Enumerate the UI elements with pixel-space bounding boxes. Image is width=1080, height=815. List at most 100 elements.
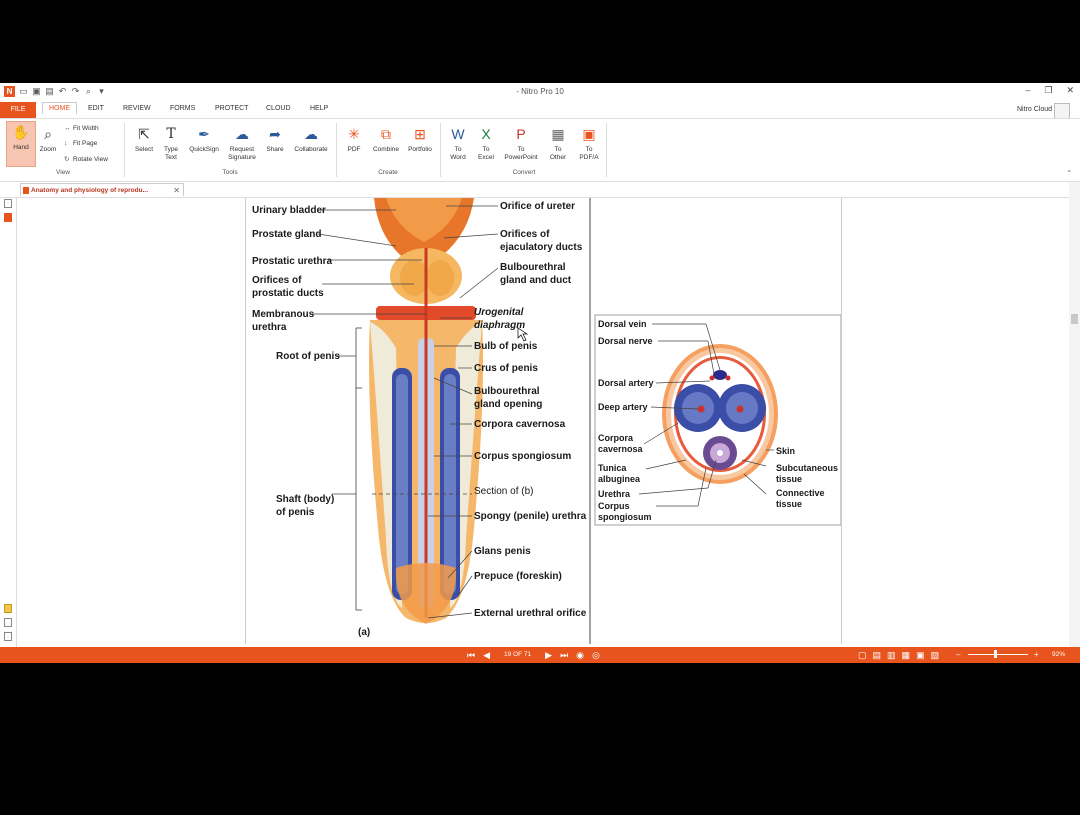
- combine-button[interactable]: ⧉ Combine: [370, 124, 402, 154]
- document-tab[interactable]: Anatomy and physiology of reprodu... ✕: [20, 183, 184, 196]
- fit-width-button[interactable]: ↔ Fit Width: [64, 125, 99, 132]
- share-button[interactable]: ➦ Share: [261, 124, 289, 154]
- collaborate-button[interactable]: ☁ Collaborate: [290, 124, 332, 154]
- output-panel-icon[interactable]: [4, 632, 12, 641]
- label-membranous: Membranous: [252, 309, 315, 320]
- first-page-icon[interactable]: ⏮: [467, 650, 475, 660]
- pdf-label: PDF: [347, 146, 361, 153]
- zoom-slider[interactable]: [968, 654, 1028, 655]
- restore-icon[interactable]: ❐: [1044, 85, 1052, 96]
- to-powerpoint-label-1: To: [517, 146, 525, 153]
- label-gland-and-duct: gland and duct: [500, 275, 572, 286]
- comments-panel-icon[interactable]: [4, 604, 12, 613]
- to-pdfa-label-1: To: [585, 146, 593, 153]
- bookmarks-panel-icon[interactable]: [4, 213, 12, 222]
- fit-page-button[interactable]: ↕ Fit Page: [64, 140, 97, 147]
- attachments-panel-icon[interactable]: [4, 618, 12, 627]
- rotate-view-button[interactable]: ↻ Rotate View: [64, 155, 108, 163]
- fullscreen-icon[interactable]: ▣: [916, 650, 925, 660]
- label-tissue-1: tissue: [776, 474, 802, 484]
- share-icon: ➦: [269, 126, 281, 142]
- combine-icon: ⧉: [381, 126, 391, 142]
- scrollbar-thumb[interactable]: [1071, 314, 1078, 324]
- quicksign-button[interactable]: ✒ QuickSign: [186, 124, 222, 154]
- word-icon: W: [451, 126, 465, 142]
- page-indicator[interactable]: 19 OF 71: [504, 650, 531, 660]
- to-powerpoint-label-2: PowerPoint: [504, 154, 538, 161]
- label-dorsal-nerve: Dorsal nerve: [598, 336, 653, 346]
- label-external-urethral-orifice: External urethral orifice: [474, 608, 587, 619]
- label-shaft-body: Shaft (body): [276, 494, 334, 505]
- last-page-icon[interactable]: ⏭: [560, 650, 568, 660]
- rotate-icon: ↻: [64, 156, 70, 163]
- select-cursor-icon: ⇱: [138, 126, 150, 142]
- back-view-icon[interactable]: ◉: [576, 650, 584, 660]
- powerpoint-icon: P: [516, 126, 526, 142]
- label-of-penis: of penis: [276, 507, 315, 518]
- to-word-button[interactable]: W To Word: [444, 124, 472, 162]
- tab-help[interactable]: HELP: [310, 105, 328, 112]
- excel-icon: X: [481, 126, 491, 142]
- close-icon[interactable]: ✕: [1066, 85, 1074, 96]
- label-connective: Connective: [776, 488, 825, 498]
- tab-home[interactable]: HOME: [42, 102, 77, 114]
- zoom-out-icon[interactable]: –: [956, 650, 960, 659]
- single-page-icon[interactable]: ▢: [858, 650, 867, 660]
- label-prostatic-urethra: Prostatic urethra: [252, 256, 332, 267]
- zoom-in-icon[interactable]: +: [1034, 650, 1039, 659]
- to-powerpoint-button[interactable]: P To PowerPoint: [500, 124, 542, 162]
- tab-forms[interactable]: FORMS: [170, 105, 195, 112]
- label-corpora: Corpora: [598, 433, 634, 443]
- type-text-button[interactable]: T Type Text: [157, 124, 185, 162]
- next-page-icon[interactable]: ▶: [545, 650, 552, 660]
- label-diaphragm: diaphragm: [474, 320, 525, 331]
- minimize-icon[interactable]: –: [1025, 85, 1030, 96]
- zoom-slider-knob[interactable]: [994, 650, 997, 658]
- figure-caption-a: (a): [358, 627, 370, 638]
- vertical-scrollbar[interactable]: [1069, 182, 1080, 647]
- facing-continuous-icon[interactable]: ▦: [902, 650, 911, 660]
- status-bar: ⏮ ◀ 19 OF 71 ▶ ⏭ ◉ ◎ ▢ ▤ ▥ ▦ ▣ ▧ – + 92%: [0, 647, 1080, 663]
- forward-view-icon[interactable]: ◎: [592, 650, 600, 660]
- collapse-ribbon-icon[interactable]: ⌃: [1067, 169, 1072, 177]
- document-tab-strip: Anatomy and physiology of reprodu... ✕ ▾: [0, 182, 1080, 198]
- search-panel-icon[interactable]: [4, 199, 12, 208]
- label-urethra-b: Urethra: [598, 489, 631, 499]
- facing-icon[interactable]: ▥: [887, 650, 896, 660]
- anatomy-figure: Urinary bladder Prostate gland Prostatic…: [252, 198, 841, 644]
- label-urinary-bladder: Urinary bladder: [252, 205, 326, 216]
- label-tissue-2: tissue: [776, 499, 802, 509]
- label-bulbourethral-2: Bulbourethral: [474, 386, 540, 397]
- tab-cloud[interactable]: CLOUD: [266, 105, 291, 112]
- to-pdfa-button[interactable]: ▣ To PDF/A: [574, 124, 604, 162]
- left-panel-bar: [0, 182, 17, 647]
- nitro-cloud-link[interactable]: Nitro Cloud: [1017, 106, 1052, 113]
- type-text-label-2: Text: [165, 154, 177, 161]
- document-tab-title: Anatomy and physiology of reprodu...: [31, 187, 149, 194]
- create-pdf-button[interactable]: ✳ PDF: [340, 124, 368, 154]
- zoom-button[interactable]: ⌕ Zoom: [34, 124, 62, 154]
- to-other-label-2: Other: [549, 154, 567, 161]
- previous-page-icon[interactable]: ◀: [483, 650, 490, 660]
- tab-edit[interactable]: EDIT: [88, 105, 104, 112]
- continuous-icon[interactable]: ▤: [873, 650, 882, 660]
- select-button[interactable]: ⇱ Select: [130, 124, 158, 154]
- hand-button[interactable]: ✋ Hand: [6, 121, 36, 167]
- create-group-label: Create: [378, 169, 398, 176]
- portfolio-button[interactable]: ⊞ Portfolio: [404, 124, 436, 154]
- fit-icon[interactable]: ▧: [931, 650, 940, 660]
- close-tab-icon[interactable]: ✕: [173, 184, 180, 197]
- label-albuginea: albuginea: [598, 474, 641, 484]
- tab-review[interactable]: REVIEW: [123, 105, 151, 112]
- request-signature-button[interactable]: ☁ Request Signature: [224, 124, 260, 162]
- to-other-button[interactable]: ▦ To Other: [543, 124, 573, 162]
- avatar[interactable]: [1054, 103, 1070, 119]
- document-viewport[interactable]: Urinary bladder Prostate gland Prostatic…: [17, 198, 1068, 647]
- create-pdf-icon: ✳: [348, 126, 360, 142]
- to-excel-button[interactable]: X To Excel: [472, 124, 500, 162]
- label-orifices-of-ej: Orifices of: [500, 229, 550, 240]
- tab-file[interactable]: FILE: [0, 102, 36, 118]
- tab-protect[interactable]: PROTECT: [215, 105, 248, 112]
- label-urogenital: Urogenital: [474, 307, 524, 318]
- type-text-icon: T: [166, 126, 176, 142]
